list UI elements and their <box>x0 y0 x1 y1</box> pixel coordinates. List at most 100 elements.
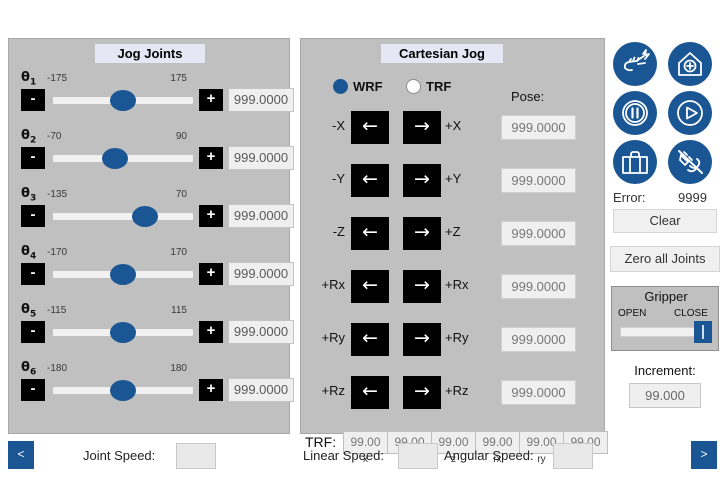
previous-page-button[interactable]: < <box>8 441 34 469</box>
jog-negative-button[interactable]: ← <box>351 217 389 250</box>
jog-positive-button[interactable]: → <box>403 217 441 250</box>
pose-label: Pose: <box>511 89 545 104</box>
joint-max-limit: 115 <box>171 305 187 316</box>
gripper-slider-thumb[interactable] <box>694 321 712 343</box>
jog-positive-button[interactable]: → <box>403 111 441 144</box>
axis-pose-field[interactable]: 999.0000 <box>501 221 576 246</box>
joint-slider-thumb[interactable] <box>110 90 136 111</box>
joint-slider-thumb[interactable] <box>101 148 128 169</box>
joint-value-field[interactable]: 999.0000 <box>228 378 294 402</box>
angular-speed-input[interactable] <box>553 443 593 469</box>
joint-label: θ3 <box>21 186 37 204</box>
joint-decrement-button[interactable]: - <box>21 89 45 111</box>
axis-positive-label: +Rx <box>445 277 469 292</box>
axis-pose-field[interactable]: 999.0000 <box>501 380 576 405</box>
joint-label: θ6 <box>21 360 37 378</box>
cartesian-axis-row: +Rx ← → +Rx 999.0000 <box>301 266 606 310</box>
linear-speed-input[interactable] <box>398 443 438 469</box>
increment-input[interactable]: 99.000 <box>629 383 701 408</box>
axis-negative-label: +Rx <box>321 277 345 292</box>
axis-pose-field[interactable]: 999.0000 <box>501 115 576 140</box>
joint-max-limit: 170 <box>170 247 187 258</box>
joint-label: θ4 <box>21 244 37 262</box>
joint-min-limit: -135 <box>47 189 68 200</box>
joint-slider-track[interactable] <box>53 148 193 169</box>
jog-negative-button[interactable]: ← <box>351 164 389 197</box>
joint-row: θ6 -180 180 - +999.0000 <box>9 359 294 417</box>
joint-value-field[interactable]: 999.0000 <box>228 146 294 170</box>
play-icon[interactable] <box>668 91 712 135</box>
joint-decrement-button[interactable]: - <box>21 379 45 401</box>
cartesian-jog-title: Cartesian Jog <box>381 44 503 63</box>
joint-increment-button[interactable]: + <box>199 263 223 285</box>
joint-slider-thumb[interactable] <box>110 264 136 285</box>
joint-value-field[interactable]: 999.0000 <box>228 320 294 344</box>
cartesian-axis-row: -X ← → +X 999.0000 <box>301 107 606 151</box>
joint-max-limit: 175 <box>170 73 187 84</box>
jog-positive-button[interactable]: → <box>403 376 441 409</box>
joint-decrement-button[interactable]: - <box>21 321 45 343</box>
joint-increment-button[interactable]: + <box>199 379 223 401</box>
increment-label: Increment: <box>634 363 696 378</box>
joint-slider-thumb[interactable] <box>110 322 136 343</box>
joint-max-limit: 70 <box>175 189 187 200</box>
joint-row: θ3 -135 70 - +999.0000 <box>9 185 294 243</box>
joint-slider-thumb[interactable] <box>132 206 159 227</box>
next-page-button[interactable]: > <box>691 441 717 469</box>
jog-negative-button[interactable]: ← <box>351 323 389 356</box>
joint-increment-button[interactable]: + <box>199 205 223 227</box>
joint-speed-label: Joint Speed: <box>83 448 156 463</box>
frame-radio-wrf[interactable]: WRF <box>333 79 383 94</box>
joint-row: θ5 -115 115 - +999.0000 <box>9 301 294 359</box>
jog-positive-button[interactable]: → <box>403 323 441 356</box>
frame-radio-wrf-label: WRF <box>353 79 383 94</box>
joint-slider-track[interactable] <box>53 264 193 285</box>
pause-icon[interactable] <box>613 91 657 135</box>
cartesian-jog-panel: Cartesian Jog WRF TRF Pose: -X ← → +X 999.00… <box>300 38 608 465</box>
jog-negative-button[interactable]: ← <box>351 111 389 144</box>
joint-min-limit: -175 <box>47 73 68 84</box>
joint-slider-thumb[interactable] <box>110 380 136 401</box>
joint-value-field[interactable]: 999.0000 <box>228 262 294 286</box>
joint-min-limit: -180 <box>47 363 68 374</box>
jog-positive-button[interactable]: → <box>403 164 441 197</box>
axis-pose-field[interactable]: 999.0000 <box>501 274 576 299</box>
joint-decrement-button[interactable]: - <box>21 205 45 227</box>
jog-positive-button[interactable]: → <box>403 270 441 303</box>
joint-increment-button[interactable]: + <box>199 321 223 343</box>
linear-speed-label: Linear Speed: <box>303 448 384 463</box>
cartesian-axis-row: -Z ← → +Z 999.0000 <box>301 213 606 257</box>
home-icon[interactable] <box>668 42 712 86</box>
jog-negative-button[interactable]: ← <box>351 270 389 303</box>
axis-pose-field[interactable]: 999.0000 <box>501 327 576 352</box>
joint-min-limit: -115 <box>47 305 67 316</box>
axis-positive-label: +Ry <box>445 330 469 345</box>
gripper-control-group: Gripper OPEN CLOSE <box>611 286 719 351</box>
joint-slider-track[interactable] <box>53 90 193 111</box>
axis-negative-label: -Z <box>332 224 345 239</box>
frame-radio-trf[interactable]: TRF <box>406 79 451 94</box>
disconnect-icon[interactable] <box>668 140 712 184</box>
joint-slider-track[interactable] <box>53 380 193 401</box>
power-connect-icon[interactable] <box>613 42 657 86</box>
joint-speed-input[interactable] <box>176 443 216 469</box>
zero-all-joints-button[interactable]: Zero all Joints <box>610 246 720 272</box>
joint-value-field[interactable]: 999.0000 <box>228 204 294 228</box>
joint-min-limit: -70 <box>47 131 62 142</box>
briefcase-icon[interactable] <box>613 140 657 184</box>
joint-slider-track[interactable] <box>53 206 193 227</box>
joint-slider-track[interactable] <box>53 322 193 343</box>
axis-negative-label: +Ry <box>321 330 345 345</box>
axis-positive-label: +X <box>445 118 462 133</box>
joint-decrement-button[interactable]: - <box>21 263 45 285</box>
radio-dot-trf <box>406 79 421 94</box>
jog-negative-button[interactable]: ← <box>351 376 389 409</box>
joint-increment-button[interactable]: + <box>199 147 223 169</box>
joint-max-limit: 90 <box>175 131 187 142</box>
joint-increment-button[interactable]: + <box>199 89 223 111</box>
joint-decrement-button[interactable]: - <box>21 147 45 169</box>
clear-error-button[interactable]: Clear <box>613 209 717 233</box>
axis-pose-field[interactable]: 999.0000 <box>501 168 576 193</box>
axis-negative-label: +Rz <box>321 383 345 398</box>
joint-value-field[interactable]: 999.0000 <box>228 88 294 112</box>
